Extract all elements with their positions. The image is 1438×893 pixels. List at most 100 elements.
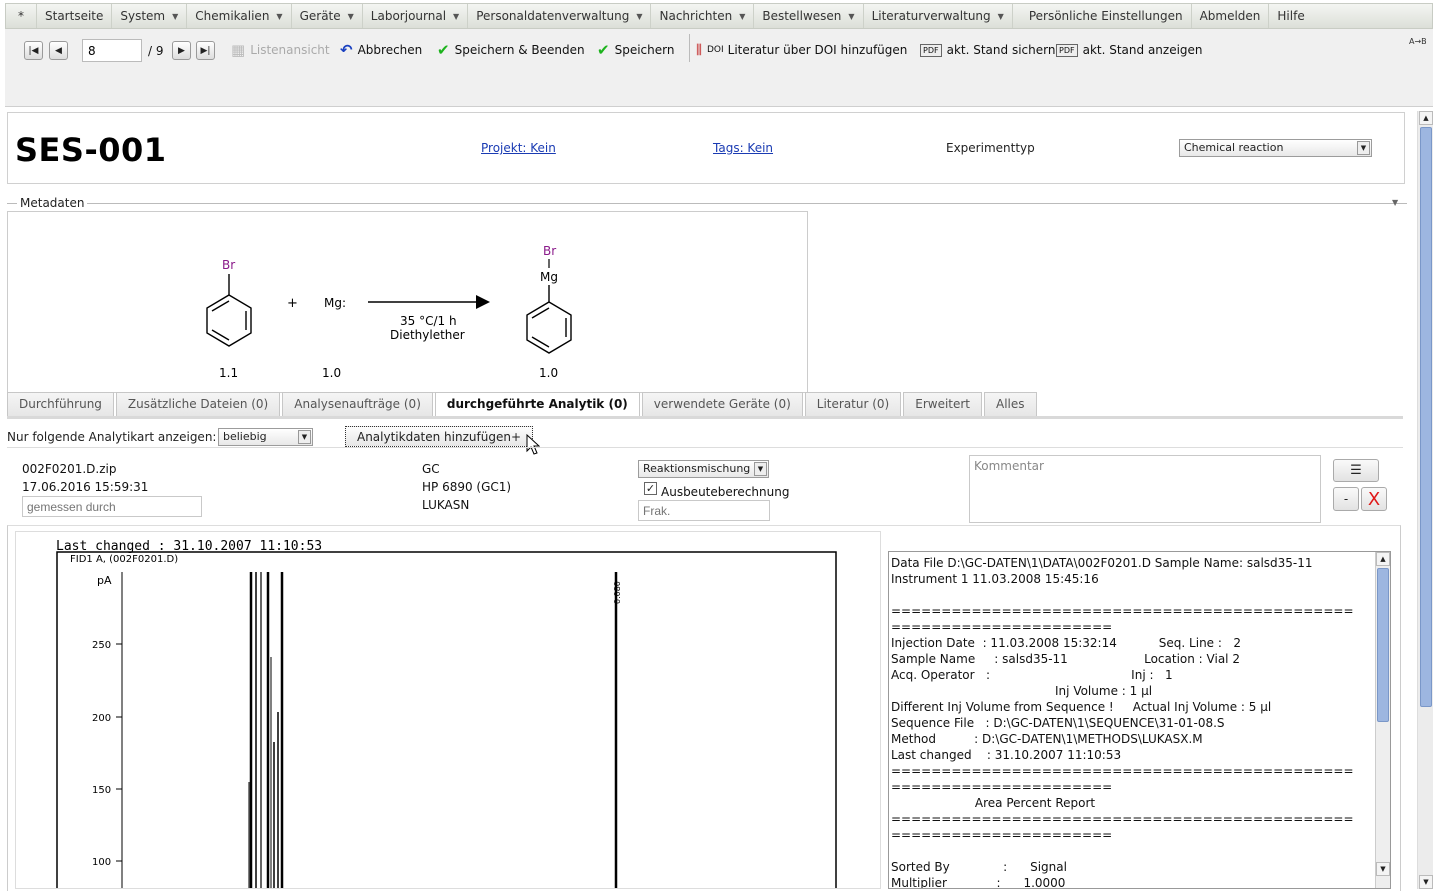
save-button[interactable]: ✔ Speichern xyxy=(597,38,674,62)
doi-chart-icon: ⫼ xyxy=(696,42,702,58)
show-state-label: akt. Stand anzeigen xyxy=(1082,43,1203,57)
report-line: Sequence File : D:\GC-DATEN\1\SEQUENCE\3… xyxy=(891,716,1225,730)
analytics-file-name: 002F0201.D.zip xyxy=(22,462,117,476)
magnesium-label: Mg: xyxy=(324,296,346,310)
sample-type-select[interactable]: Reaktionsmischung ▼ xyxy=(638,460,769,478)
tab[interactable]: verwendete Geräte (0) xyxy=(641,392,803,416)
first-record-button[interactable]: |◀ xyxy=(24,41,43,60)
doi-label: Literatur über DOI hinzufügen xyxy=(727,43,908,57)
analysis-report-textarea[interactable]: Data File D:\GC-DATEN\1\DATA\002F0201.D … xyxy=(888,551,1391,889)
menu-item[interactable]: System ▼ xyxy=(112,4,188,28)
menu-item[interactable]: Personaldatenverwaltung ▼ xyxy=(468,4,652,28)
fraction-input[interactable] xyxy=(638,500,770,521)
experiment-tabs: Durchführung Zusätzliche Dateien (0) Analy… xyxy=(7,392,1039,417)
expand-toolbar-icon[interactable]: A→B xyxy=(1409,37,1427,46)
y-unit-label: pA xyxy=(97,574,112,587)
yield-calculation-label: Ausbeuteberechnung xyxy=(661,485,790,499)
save-label: Speichern xyxy=(614,43,675,57)
menu-item[interactable]: Literaturverwaltung ▼ xyxy=(864,4,1013,28)
report-line: Sorted By : Signal xyxy=(891,860,1067,874)
save-close-label: Speichern & Beenden xyxy=(454,43,585,57)
previous-icon: ◀ xyxy=(55,45,62,56)
menu-item[interactable]: * xyxy=(6,4,37,28)
report-scrollbar-thumb[interactable] xyxy=(1377,568,1389,722)
menu-item[interactable]: Hilfe xyxy=(1269,4,1312,28)
menu-item-label: Abmelden xyxy=(1199,9,1261,23)
menu-item[interactable]: Bestellwesen ▼ xyxy=(754,4,864,28)
last-icon: ▶| xyxy=(200,45,211,56)
menu-item[interactable]: Startseite xyxy=(37,4,113,28)
experiment-type-select[interactable]: Chemical reaction ▼ xyxy=(1179,139,1372,157)
report-scrollbar[interactable]: ▲ ▼ xyxy=(1375,552,1390,888)
menu-item[interactable]: Nachrichten ▼ xyxy=(651,4,755,28)
cancel-button[interactable]: ↶ Abbrechen xyxy=(340,38,422,62)
collapse-icon[interactable]: ▼ xyxy=(1392,198,1398,207)
menu-item-label: Hilfe xyxy=(1277,9,1305,23)
add-doi-literature-button[interactable]: ⫼ DOI Literatur über DOI hinzufügen xyxy=(696,38,907,62)
menu-item[interactable]: Persönliche Einstellungen xyxy=(1021,4,1192,28)
menu-item[interactable]: Geräte ▼ xyxy=(292,4,363,28)
page-scrollbar[interactable]: ▲ ▼ xyxy=(1417,111,1433,889)
tab[interactable]: Literatur (0) xyxy=(804,392,902,416)
chromatogram-peaks xyxy=(248,572,618,888)
scroll-down-icon[interactable]: ▼ xyxy=(1419,875,1433,889)
tab[interactable]: Zusätzliche Dateien (0) xyxy=(115,392,281,416)
menu-item[interactable]: Abmelden xyxy=(1192,4,1270,28)
menu-item[interactable]: Laborjournal ▼ xyxy=(363,4,469,28)
measured-by-input[interactable] xyxy=(22,496,202,517)
analytics-divider xyxy=(7,447,1403,448)
record-number-input[interactable] xyxy=(82,39,142,62)
previous-record-button[interactable]: ◀ xyxy=(49,41,68,60)
save-and-close-button[interactable]: ✔ Speichern & Beenden xyxy=(437,38,585,62)
reaction-conditions-temperature: 35 °C/1 h xyxy=(400,314,457,328)
pdf-view-icon: PDF xyxy=(1056,43,1078,57)
menu-item-label: System xyxy=(120,9,166,23)
tab[interactable]: Alles xyxy=(984,392,1037,416)
scroll-up-icon[interactable]: ▲ xyxy=(1419,111,1433,125)
yield-calculation-checkbox[interactable]: ✓ xyxy=(644,482,657,495)
add-analytics-button[interactable]: Analytikdaten hinzufügen+ xyxy=(345,426,533,447)
analytics-type-select[interactable]: beliebig ▼ xyxy=(218,428,313,446)
pdf-save-icon: PDF xyxy=(920,43,942,57)
minus-button[interactable]: - xyxy=(1333,487,1359,511)
edit-analytics-button[interactable]: ☰ xyxy=(1333,459,1379,482)
tags-link[interactable]: Tags: Kein xyxy=(713,141,773,155)
list-view-button[interactable]: ▦ Listenansicht xyxy=(231,38,330,62)
project-link[interactable]: Projekt: Kein xyxy=(481,141,556,155)
next-record-button[interactable]: ▶ xyxy=(172,41,191,60)
report-line: Instrument 1 11.03.2008 15:45:16 xyxy=(891,572,1099,586)
tab[interactable]: Erweitert xyxy=(903,392,983,416)
checkmark-icon: ✔ xyxy=(597,41,610,59)
report-line xyxy=(891,843,1375,859)
save-state-button[interactable]: PDF akt. Stand sichern xyxy=(920,38,1055,62)
reaction-scheme: Br + Mg: 35 °C/1 h Diethylether Br Mg 1.… xyxy=(7,211,808,393)
scroll-up-icon[interactable]: ▲ xyxy=(1376,552,1390,566)
chromatogram-plot: Last changed : 31.10.2007 11:10:53 FID1 … xyxy=(56,539,837,888)
report-line: ====================== xyxy=(891,620,1113,634)
tab[interactable]: Durchführung xyxy=(7,392,114,416)
show-state-button[interactable]: PDF akt. Stand anzeigen xyxy=(1056,38,1203,62)
menu-item-label: * xyxy=(18,9,24,23)
comment-placeholder: Kommentar xyxy=(974,459,1044,473)
delete-analytics-button[interactable]: X xyxy=(1361,487,1387,511)
tab[interactable]: Analysenaufträge (0) xyxy=(282,392,433,416)
experiment-type-value: Chemical reaction xyxy=(1184,141,1284,154)
last-record-button[interactable]: ▶| xyxy=(196,41,215,60)
experiment-title: SES-001 xyxy=(15,131,167,169)
reactant-bromine-label: Br xyxy=(222,258,235,272)
report-line: Method : D:\GC-DATEN\1\METHODS\LUKASX.M xyxy=(891,732,1203,746)
tab[interactable]: durchgeführte Analytik (0) xyxy=(434,392,640,417)
scroll-down-icon[interactable]: ▼ xyxy=(1376,862,1390,876)
equivalents-reactant-2: 1.0 xyxy=(322,366,341,380)
scrollbar-thumb[interactable] xyxy=(1420,127,1432,707)
reaction-arrow xyxy=(368,295,490,309)
chevron-down-icon: ▼ xyxy=(453,11,460,21)
comment-textarea[interactable]: Kommentar xyxy=(969,455,1321,523)
chevron-down-icon: ▼ xyxy=(739,11,746,21)
minus-label: - xyxy=(1343,492,1349,506)
y-tick-label-200: 200 xyxy=(92,713,111,724)
menu-item[interactable]: Chemikalien ▼ xyxy=(187,4,292,28)
chevron-down-icon: ▼ xyxy=(1357,141,1370,155)
report-line: Last changed : 31.10.2007 11:10:53 xyxy=(891,748,1122,762)
close-icon: X xyxy=(1367,488,1381,510)
